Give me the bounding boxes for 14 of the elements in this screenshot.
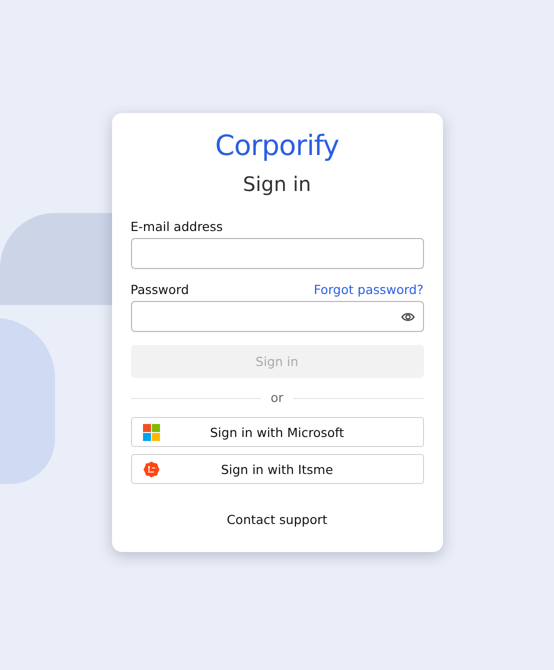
- email-input[interactable]: [130, 238, 424, 269]
- field-label: Password: [130, 282, 189, 298]
- contact-support-link[interactable]: Contact support: [226, 512, 328, 527]
- page-title: Sign in: [242, 171, 312, 197]
- provider-sign-in-button[interactable]: Sign in with Microsoft: [130, 417, 424, 447]
- windows-logo-icon: [142, 424, 160, 441]
- provider-sign-in-button[interactable]: Sign in with Itsme: [130, 454, 424, 484]
- logo: Corporify: [215, 128, 339, 164]
- blob-logo-icon: [142, 461, 160, 478]
- divider-text: or: [270, 390, 284, 406]
- forgot-password-link[interactable]: Forgot password?: [314, 282, 424, 298]
- eye-icon[interactable]: [400, 312, 414, 322]
- field-label: E-mail address: [130, 219, 223, 235]
- password-input[interactable]: [130, 301, 424, 332]
